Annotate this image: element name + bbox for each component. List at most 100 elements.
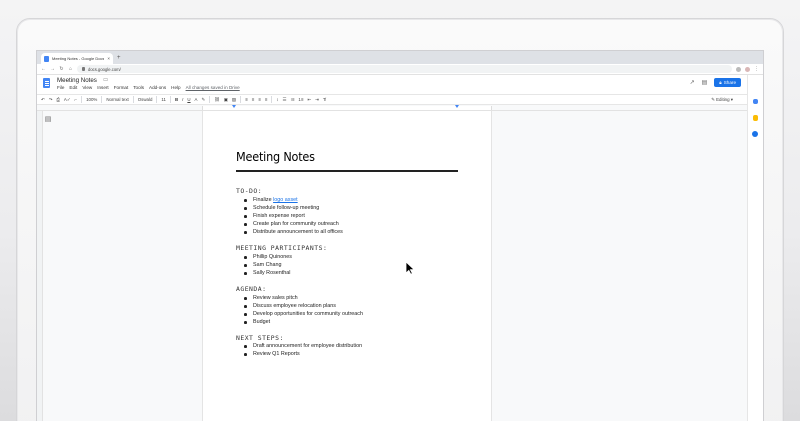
list-item[interactable]: Draft announcement for employee distribu… [244,342,362,350]
menu-help[interactable]: Help [171,85,180,90]
clear-formatting-icon[interactable]: T̸ [323,97,326,102]
list-item[interactable]: Sally Rosenthal [244,269,292,277]
screen: Meeting Notes - Google Docs × + ← → ↻ ⌂ … [36,50,764,421]
style-select[interactable]: Normal text [106,97,128,102]
home-icon[interactable]: ⌂ [68,66,73,72]
list-item[interactable]: Create plan for community outreach [244,220,343,228]
browser-menu-icon[interactable]: ⋮ [754,66,759,72]
menu-format[interactable]: Format [114,85,129,90]
divider [101,96,103,103]
tasks-icon[interactable] [752,131,758,137]
reload-icon[interactable]: ↻ [59,66,64,72]
decrease-indent-icon[interactable]: ⇤ [307,97,311,103]
mouse-cursor-icon [405,261,415,275]
list-item[interactable]: Distribute announcement to all offices [244,228,343,236]
comments-icon[interactable]: ▤ [702,79,708,86]
browser-tab[interactable]: Meeting Notes - Google Docs × [41,53,113,64]
lock-icon: 🔒︎ [719,80,722,85]
list-item[interactable]: Budget [244,318,363,326]
increase-indent-icon[interactable]: ⇥ [315,97,319,103]
share-button[interactable]: 🔒︎ Share [714,78,741,87]
menu-insert[interactable]: Insert [97,85,109,90]
numbered-list-icon[interactable]: 1≡ [298,97,303,102]
left-indent-marker[interactable] [232,105,236,108]
save-status-link[interactable]: All changes saved in Drive [186,85,240,90]
menu-edit[interactable]: Edit [69,85,77,90]
folder-icon[interactable]: ▭ [103,77,108,83]
list-item[interactable]: Review Q1 Reports [244,350,362,358]
underline-icon[interactable]: U [187,97,190,102]
back-icon[interactable]: ← [41,66,46,72]
activity-icon[interactable]: ↗ [690,79,695,86]
bulleted-list-icon[interactable]: ⁝≡ [290,97,294,103]
section-title-todo[interactable]: TO-DO: [236,187,262,195]
font-select[interactable]: Oswald [138,97,153,102]
list-item-text: Finalize [253,197,274,203]
list-item[interactable]: Finish expense report [244,212,343,220]
line-spacing-icon[interactable]: ↕ [276,97,278,102]
list-item[interactable]: Review sales pitch [244,294,363,302]
section-title-agenda[interactable]: AGENDA: [236,285,266,293]
undo-icon[interactable]: ↶ [41,97,45,103]
link-icon[interactable]: ⛓ [214,97,220,103]
extension-icon[interactable] [736,66,741,72]
url-input[interactable]: docs.google.com/ [77,65,732,73]
todo-list: Finalize logo asset Schedule follow-up m… [244,196,343,236]
editing-mode-select[interactable]: ✎ Editing ▾ [711,97,733,103]
calendar-icon[interactable] [753,99,758,104]
section-title-participants[interactable]: MEETING PARTICIPANTS: [236,244,327,252]
address-bar: ← → ↻ ⌂ docs.google.com/ ⋮ [37,64,763,75]
align-center-icon[interactable]: ≡ [252,97,255,102]
vertical-ruler [37,111,43,421]
align-right-icon[interactable]: ≡ [258,97,261,102]
italic-icon[interactable]: I [182,97,183,102]
menu-addons[interactable]: Add-ons [149,85,166,90]
keep-icon[interactable] [753,115,758,121]
menu-tools[interactable]: Tools [133,85,144,90]
logo-asset-link[interactable]: logo asset [273,197,298,203]
url-text: docs.google.com/ [88,66,121,72]
zoom-select[interactable]: 100% [86,97,97,102]
document-outline-icon[interactable]: ▤ [43,114,53,124]
list-item[interactable]: Schedule follow-up meeting [244,204,343,212]
font-size-select[interactable]: 11 [161,97,166,102]
bold-icon[interactable]: B [175,97,178,102]
agenda-list: Review sales pitch Discuss employee relo… [244,294,363,326]
profile-icon[interactable] [745,66,750,72]
list-item[interactable]: Finalize logo asset [244,196,343,204]
checklist-icon[interactable]: ☰ [283,97,287,103]
share-label: Share [723,80,736,85]
right-indent-marker[interactable] [455,105,459,108]
text-color-icon[interactable]: A [195,97,198,102]
section-title-next-steps[interactable]: NEXT STEPS: [236,334,284,342]
side-panel [747,75,763,421]
next-steps-list: Draft announcement for employee distribu… [244,342,362,358]
document-heading[interactable]: Meeting Notes [236,149,315,164]
divider [271,96,273,103]
menu-file[interactable]: File [57,85,64,90]
document-canvas: ▤ [37,111,749,421]
list-item[interactable]: Phillip Quinones [244,253,292,261]
document-title[interactable]: Meeting Notes [57,77,97,84]
print-icon[interactable]: ⎙ [56,97,60,102]
redo-icon[interactable]: ↷ [49,97,53,103]
justify-icon[interactable]: ≡ [265,97,268,102]
paint-format-icon[interactable]: ⌐ [75,97,78,102]
close-tab-icon[interactable]: × [107,56,110,61]
menu-view[interactable]: View [82,85,92,90]
image-icon[interactable]: ▨ [232,97,236,103]
forward-icon[interactable]: → [50,66,55,72]
divider [209,96,211,103]
list-item[interactable]: Sam Chang [244,261,292,269]
align-left-icon[interactable]: ≡ [245,97,248,102]
list-item[interactable]: Discuss employee relocation plans [244,302,363,310]
docs-logo-icon[interactable] [43,78,50,88]
docs-header: Meeting Notes ▭ File Edit View Insert Fo… [37,75,763,94]
comment-icon[interactable]: ▣ [224,97,228,103]
divider [81,96,83,103]
divider [132,96,134,103]
highlight-icon[interactable]: ✎ [201,97,205,103]
list-item[interactable]: Develop opportunities for community outr… [244,310,363,318]
spellcheck-icon[interactable]: A✓ [64,97,71,103]
new-tab-button[interactable]: + [117,53,121,64]
